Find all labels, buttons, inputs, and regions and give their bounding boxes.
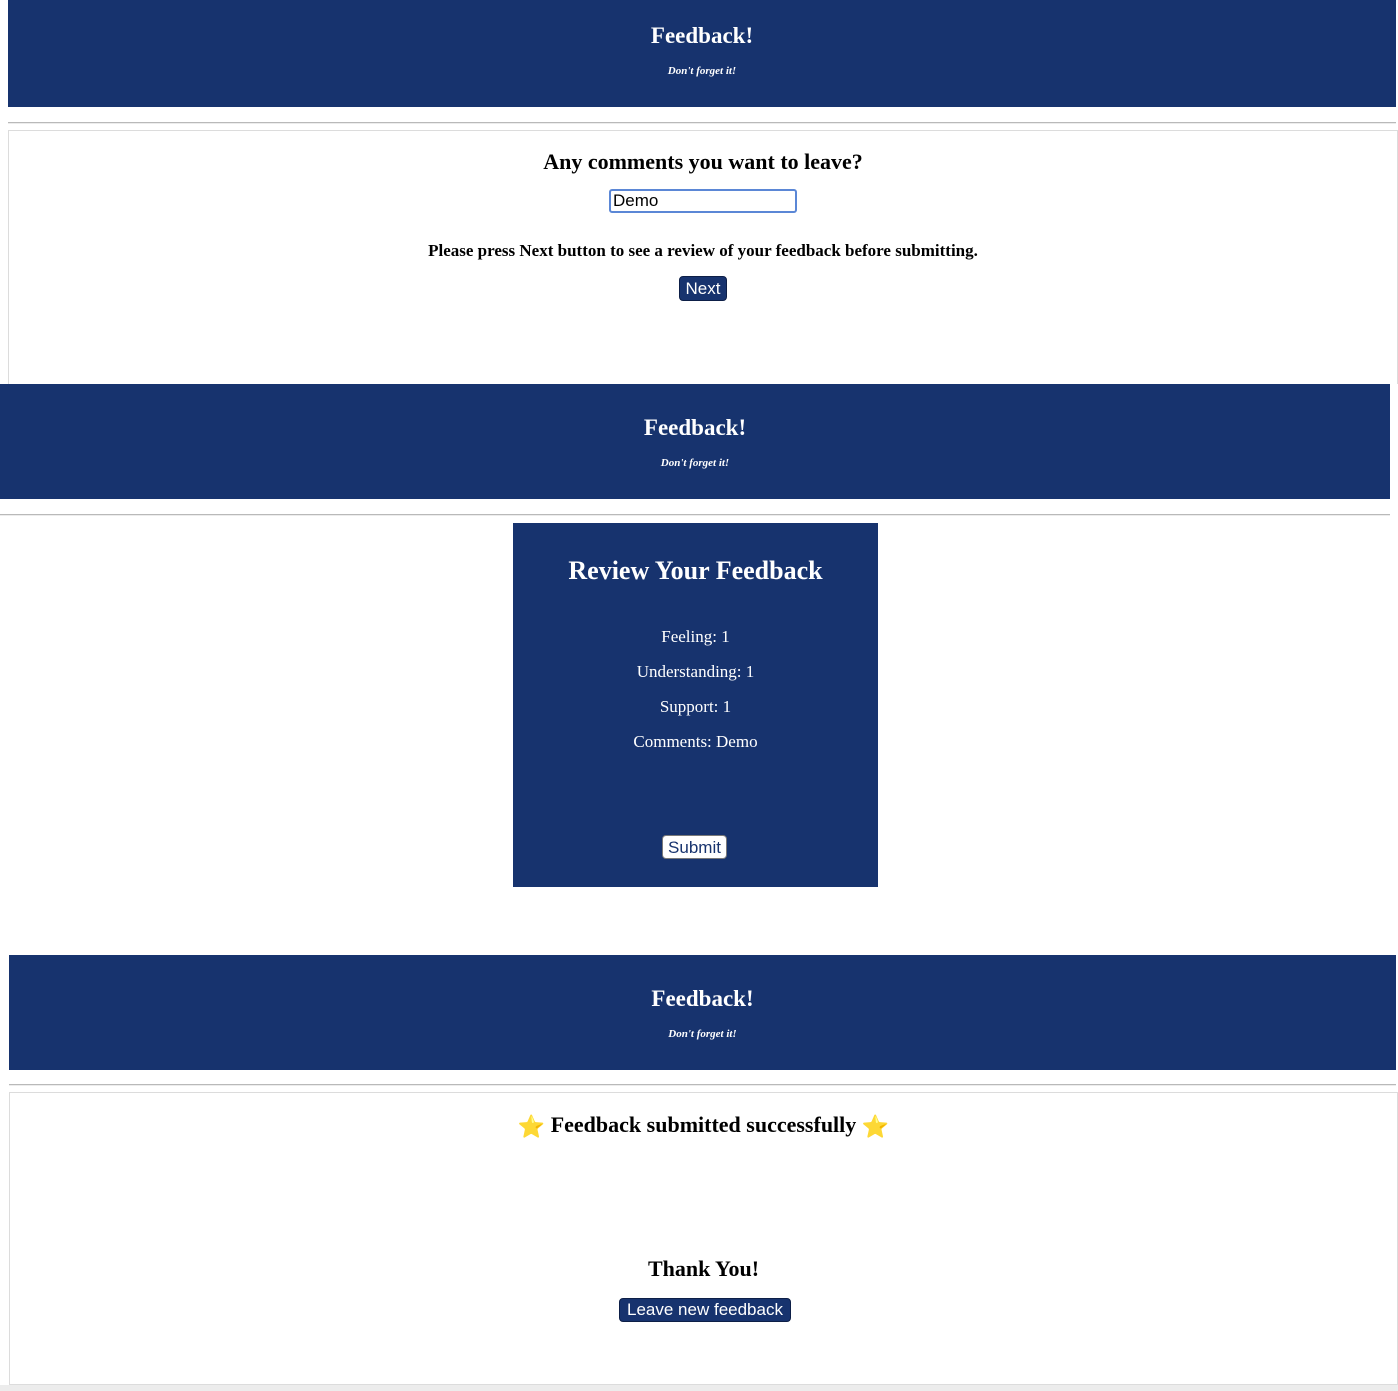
app-header: Feedback! Don't forget it! xyxy=(0,384,1390,499)
star-icon: ⭐ xyxy=(517,1115,546,1140)
next-instruction: Please press Next button to see a review… xyxy=(428,241,978,260)
success-message: Feedback submitted successfully xyxy=(550,1112,857,1137)
review-support: Support: 1 xyxy=(659,697,732,716)
comments-input[interactable] xyxy=(609,189,797,213)
divider xyxy=(8,122,1396,124)
next-button[interactable]: Next xyxy=(679,276,727,301)
app-header: Feedback! Don't forget it! xyxy=(9,955,1396,1070)
success-panel: ⭐ Feedback submitted successfully ⭐ xyxy=(9,1092,1398,1240)
leave-new-feedback-button[interactable]: Leave new feedback xyxy=(619,1298,791,1322)
divider xyxy=(9,1084,1396,1086)
comments-panel: Any comments you want to leave? Please p… xyxy=(8,130,1398,384)
divider xyxy=(0,514,1390,516)
header-title: Feedback! xyxy=(643,415,747,440)
success-message-row: ⭐ Feedback submitted successfully ⭐ xyxy=(10,1112,1397,1141)
header-subtitle: Don't forget it! xyxy=(668,1028,737,1040)
header-title: Feedback! xyxy=(651,986,754,1011)
submit-button[interactable]: Submit xyxy=(662,835,727,859)
thank-you-heading: Thank You! xyxy=(647,1256,760,1281)
header-subtitle: Don't forget it! xyxy=(660,457,730,469)
comments-question: Any comments you want to leave? xyxy=(543,149,863,174)
review-heading: Review Your Feedback xyxy=(568,556,823,585)
header-title: Feedback! xyxy=(650,23,754,48)
header-subtitle: Don't forget it! xyxy=(667,65,737,77)
review-feeling: Feeling: 1 xyxy=(661,627,730,646)
review-card: Review Your Feedback Feeling: 1 Understa… xyxy=(513,523,878,887)
page-bottom-strip xyxy=(0,1385,1398,1391)
thank-you-panel: Thank You! Leave new feedback xyxy=(9,1238,1398,1385)
star-icon: ⭐ xyxy=(861,1115,890,1140)
app-header: Feedback! Don't forget it! xyxy=(8,0,1396,107)
review-comments: Comments: Demo xyxy=(633,732,758,751)
review-understanding: Understanding: 1 xyxy=(636,662,755,681)
